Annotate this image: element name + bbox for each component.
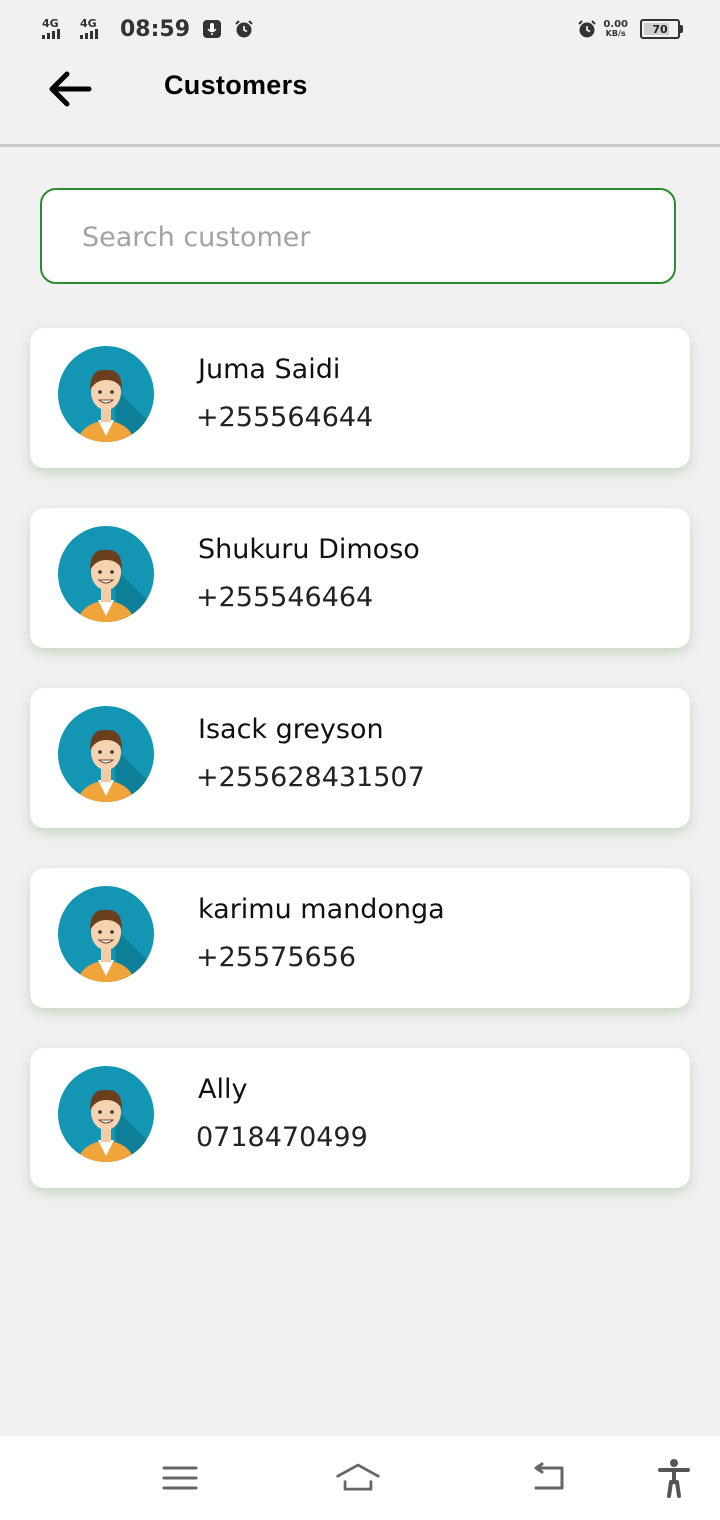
page-title: Customers (164, 70, 308, 100)
person-avatar-icon (58, 886, 154, 982)
return-icon (534, 1462, 564, 1490)
app-header: Customers (0, 56, 720, 146)
customer-name: Juma Saidi (198, 354, 341, 385)
customer-phone: 0718470499 (196, 1122, 368, 1153)
home-button[interactable] (334, 1456, 382, 1500)
customer-phone: +255546464 (196, 582, 374, 613)
status-right: 0.00 KB/s 70 (577, 16, 683, 42)
accessibility-icon (658, 1459, 690, 1498)
search-input[interactable] (80, 190, 644, 284)
person-avatar-icon (58, 706, 154, 802)
customer-phone: +255628431507 (196, 762, 425, 793)
customer-name: Isack greyson (198, 714, 384, 745)
network-speed: 0.00 KB/s (603, 19, 628, 39)
system-nav-bar (0, 1436, 720, 1520)
alarm-icon (235, 20, 253, 38)
clock-time: 08:59 (120, 16, 191, 42)
customer-phone: +255564644 (196, 402, 374, 433)
customer-phone: +25575656 (196, 942, 357, 973)
header-divider (0, 144, 720, 147)
home-icon (336, 1463, 380, 1491)
customer-card[interactable]: Ally 0718470499 (30, 1048, 690, 1188)
alarm-icon (578, 20, 597, 38)
customer-name: Ally (198, 1074, 248, 1105)
back-nav-button[interactable] (524, 1456, 572, 1500)
customer-name: karimu mandonga (198, 894, 445, 925)
customer-name: Shukuru Dimoso (198, 534, 420, 565)
customer-card[interactable]: Isack greyson +255628431507 (30, 688, 690, 828)
signal-icon: 4G (80, 16, 114, 42)
back-button[interactable] (40, 64, 100, 114)
customer-list: Juma Saidi +255564644 Shukuru Dimoso +25… (0, 310, 720, 1208)
customer-card[interactable]: Juma Saidi +255564644 (30, 328, 690, 468)
person-avatar-icon (58, 526, 154, 622)
microphone-icon (203, 20, 222, 38)
arrow-left-icon (49, 71, 92, 107)
network-speed-value: 0.00 (603, 19, 628, 30)
customer-card[interactable]: karimu mandonga +25575656 (30, 868, 690, 1008)
menu-button[interactable] (156, 1456, 204, 1500)
search-box (40, 188, 676, 284)
network-speed-unit: KB/s (605, 29, 626, 38)
menu-lines-icon (162, 1466, 198, 1490)
status-bar: 4G 4G 08:59 0.00 KB/s 70 (0, 0, 720, 56)
battery-level: 70 (652, 22, 668, 36)
person-avatar-icon (58, 1066, 154, 1162)
battery-icon: 70 (640, 19, 683, 39)
accessibility-button[interactable] (650, 1456, 698, 1500)
signal-icon: 4G (42, 16, 76, 42)
customer-card[interactable]: Shukuru Dimoso +255546464 (30, 508, 690, 648)
person-avatar-icon (58, 346, 154, 442)
status-left: 4G 4G 08:59 (42, 13, 254, 45)
